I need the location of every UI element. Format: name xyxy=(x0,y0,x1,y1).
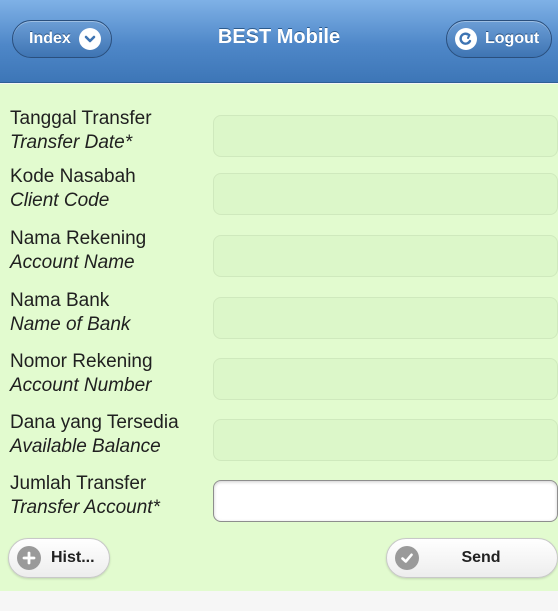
logout-button-label: Logout xyxy=(485,30,540,47)
form-row-account-name: Nama Rekening Account Name xyxy=(0,227,558,285)
history-button-label: Hist... xyxy=(51,549,95,566)
label-indonesian: Nama Bank xyxy=(10,290,110,311)
available-balance-field[interactable] xyxy=(213,419,558,461)
history-button[interactable]: Hist... xyxy=(8,538,110,578)
label-indonesian: Jumlah Transfer xyxy=(10,473,147,494)
field-label: Nama Bank Name of Bank xyxy=(10,289,210,337)
label-english: Name of Bank xyxy=(10,314,131,335)
check-icon xyxy=(395,546,419,570)
label-indonesian: Nama Rekening xyxy=(10,228,147,249)
client-code-field[interactable] xyxy=(213,173,558,215)
form-row-transfer-date: Tanggal Transfer Transfer Date* xyxy=(0,107,558,165)
logout-icon xyxy=(455,28,477,50)
field-label: Tanggal Transfer Transfer Date* xyxy=(10,107,210,155)
label-indonesian: Kode Nasabah xyxy=(10,166,136,187)
field-label: Dana yang Tersedia Available Balance xyxy=(10,411,210,459)
label-english: Client Code xyxy=(10,190,110,211)
transfer-amount-field[interactable] xyxy=(213,480,558,522)
form-row-transfer-amount: Jumlah Transfer Transfer Account* xyxy=(0,472,558,530)
transfer-form: Tanggal Transfer Transfer Date* Kode Nas… xyxy=(0,84,558,591)
label-english: Account Name xyxy=(10,252,135,273)
label-indonesian: Nomor Rekening xyxy=(10,351,153,372)
label-english: Account Number xyxy=(10,375,152,396)
header-bar: Index BEST Mobile Logout xyxy=(0,0,558,83)
transfer-date-field[interactable] xyxy=(213,115,558,157)
field-label: Jumlah Transfer Transfer Account* xyxy=(10,472,210,520)
field-label: Nama Rekening Account Name xyxy=(10,227,210,275)
account-name-field[interactable] xyxy=(213,235,558,277)
send-button[interactable]: Send xyxy=(386,538,558,578)
logout-button[interactable]: Logout xyxy=(446,20,552,58)
field-label: Kode Nasabah Client Code xyxy=(10,165,210,213)
form-row-available-balance: Dana yang Tersedia Available Balance xyxy=(0,411,558,469)
label-english: Transfer Account* xyxy=(10,497,160,518)
field-label: Nomor Rekening Account Number xyxy=(10,350,210,398)
label-indonesian: Dana yang Tersedia xyxy=(10,412,179,433)
form-row-account-number: Nomor Rekening Account Number xyxy=(0,350,558,408)
plus-icon xyxy=(17,546,41,570)
label-indonesian: Tanggal Transfer xyxy=(10,108,152,129)
account-number-field[interactable] xyxy=(213,358,558,400)
form-row-bank-name: Nama Bank Name of Bank xyxy=(0,289,558,347)
form-row-client-code: Kode Nasabah Client Code xyxy=(0,165,558,223)
bank-name-field[interactable] xyxy=(213,297,558,339)
label-english: Transfer Date* xyxy=(10,132,133,153)
label-english: Available Balance xyxy=(10,436,161,457)
send-button-label: Send xyxy=(461,549,501,566)
